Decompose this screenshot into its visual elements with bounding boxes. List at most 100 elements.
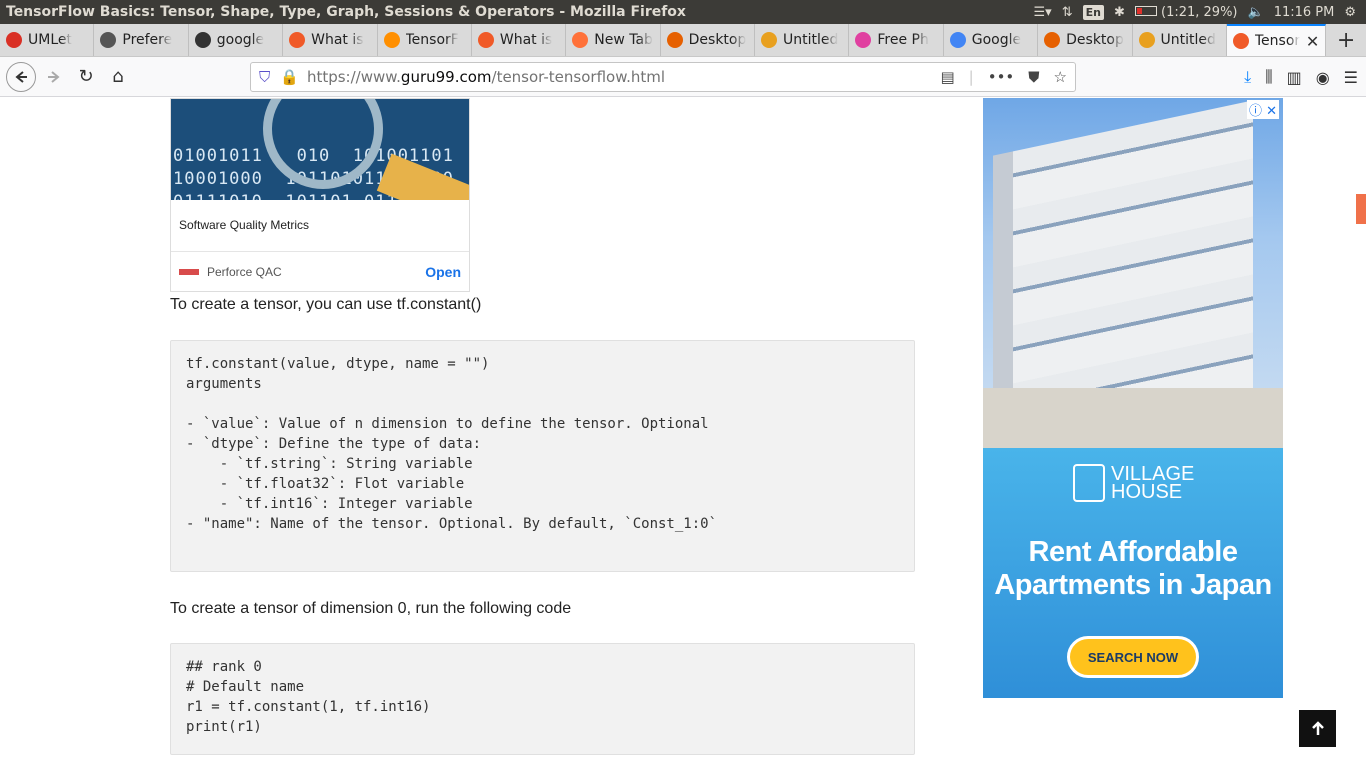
url-divider: |	[968, 68, 974, 86]
brand-name: VILLAGE HOUSE	[1111, 464, 1194, 503]
tab-1[interactable]: Prefere	[94, 24, 189, 56]
ad-title[interactable]: Software Quality Metrics	[171, 200, 469, 252]
code-block-constant[interactable]: tf.constant(value, dtype, name = "") argu…	[170, 340, 915, 572]
code-lines: tf.constant(value, dtype, name = "") argu…	[186, 354, 899, 534]
photo-icon	[855, 32, 872, 48]
sidebar-icon[interactable]: ▥	[1287, 68, 1302, 87]
library-icon[interactable]: ⫼	[1265, 67, 1272, 87]
loading-icon	[666, 32, 683, 48]
tab-label: Prefere	[122, 32, 173, 48]
tab-3[interactable]: What is	[283, 24, 378, 56]
code-block-rank0[interactable]: ## rank 0 # Default name r1 = tf.constant(…	[170, 643, 915, 755]
hamburger-menu-icon[interactable]: ☰	[1344, 68, 1358, 87]
tab-label: TensorF	[405, 32, 459, 48]
house-icon	[1073, 464, 1105, 502]
tab-label: New Tab	[594, 32, 653, 48]
url-actions: ▤ | ••• ⛊ ☆	[940, 68, 1075, 86]
ad-footer: Perforce QAC Open	[171, 252, 469, 292]
tab-0[interactable]: UMLet	[0, 24, 95, 56]
toolbar-right: ⤓ ⫼ ▥ ◉ ☰	[1244, 61, 1358, 93]
shield-icon[interactable]: ⛉	[259, 68, 270, 86]
clock[interactable]: 11:16 PM	[1274, 5, 1335, 20]
scrollbar-thumb[interactable]	[1356, 194, 1366, 224]
paragraph-create-tensor: To create a tensor, you can use tf.const…	[170, 296, 482, 313]
ground	[983, 388, 1283, 448]
navigation-bar: ↻ ⌂ ⛉ 🔒 https://www.guru99.com/tensor-te…	[0, 57, 1366, 97]
volume-icon[interactable]: 🔈	[1248, 5, 1264, 20]
tab-6[interactable]: New Tab	[566, 24, 661, 56]
village-house-ad[interactable]: ⓘ ✕ VILLAGE HOUSE Rent Affordable Apartm…	[983, 98, 1283, 698]
code-line: - `dtype`: Define the type of data:	[186, 436, 482, 452]
adchoices-icon[interactable]: ⓘ ✕	[1246, 100, 1279, 119]
tab-label: Tensor	[1254, 33, 1301, 49]
loading-icon	[1044, 32, 1061, 48]
keyboard-language[interactable]: En	[1082, 4, 1104, 20]
reload-icon[interactable]: ↻	[70, 61, 102, 93]
paragraph-dimension-zero: To create a tensor of dimension 0, run t…	[170, 600, 572, 617]
tab-5[interactable]: What is	[472, 24, 567, 56]
code-line: - "name": Name of the tensor. Optional. …	[186, 516, 718, 532]
battery-icon	[1134, 5, 1157, 16]
tab-label: Untitled	[783, 32, 839, 48]
close-tab-icon[interactable]: ✕	[1306, 32, 1319, 51]
tab-12[interactable]: Untitled	[1133, 24, 1227, 56]
url-text[interactable]: https://www.guru99.com/tensor-tensorflow…	[307, 68, 665, 86]
tab-10[interactable]: Google	[944, 24, 1039, 56]
reader-view-icon[interactable]: ▤	[940, 68, 954, 86]
page-content: 01001011 010 101001101 10001000 101101011…	[0, 98, 1366, 768]
arrow-up-icon	[1311, 720, 1324, 735]
document-icon	[1138, 32, 1155, 48]
search-now-button[interactable]: SEARCH NOW	[1067, 636, 1199, 678]
google-icon	[949, 32, 966, 48]
battery-indicator[interactable]: (1:21, 29%)	[1134, 5, 1238, 20]
ad-image: 01001011 010 101001101 10001000 101101011…	[171, 99, 469, 200]
network-icon[interactable]: ⇅	[1062, 5, 1073, 20]
ad-open-button[interactable]: Open	[425, 264, 461, 280]
tensorflow-icon	[383, 32, 400, 48]
tab-7[interactable]: Desktop	[661, 24, 755, 56]
tab-8[interactable]: Untitled	[755, 24, 850, 56]
software-quality-ad[interactable]: 01001011 010 101001101 10001000 101101011…	[170, 98, 470, 292]
pocket-icon[interactable]: ⛊	[1028, 68, 1039, 86]
tab-11[interactable]: Desktop	[1038, 24, 1133, 56]
url-host: guru99.com	[400, 68, 492, 86]
tab-active[interactable]: Tensor ✕	[1226, 24, 1327, 56]
url-protocol: https://www.	[306, 68, 401, 86]
home-icon[interactable]: ⌂	[102, 61, 134, 93]
guru99-icon	[477, 32, 494, 48]
menu-icon[interactable]: ☰▾	[1034, 5, 1052, 20]
code-line: ## rank 0	[186, 659, 262, 675]
window-title: TensorFlow Basics: Tensor, Shape, Type, …	[6, 4, 686, 20]
code-line: - `tf.int16`: Integer variable	[186, 496, 473, 512]
tab-label: UMLet	[28, 32, 72, 48]
settings-gear-icon[interactable]: ⚙	[1344, 5, 1356, 20]
download-icon[interactable]: ⤓	[1244, 67, 1251, 87]
url-bar[interactable]: ⛉ 🔒 https://www.guru99.com/tensor-tensor…	[250, 62, 1076, 92]
tab-strip: UMLet Prefere google What is TensorF What is N…	[0, 24, 1366, 57]
back-to-top-button[interactable]	[1299, 710, 1336, 747]
forward-arrow-icon[interactable]	[38, 61, 70, 93]
system-bar: TensorFlow Basics: Tensor, Shape, Type, …	[0, 0, 1366, 24]
bluetooth-icon[interactable]: ✱	[1114, 5, 1125, 20]
tab-2[interactable]: google	[189, 24, 284, 56]
ad-bottom-panel: VILLAGE HOUSE Rent Affordable Apartments…	[983, 448, 1283, 698]
back-arrow-icon[interactable]	[6, 61, 36, 92]
code-line: r1 = tf.constant(1, tf.int16)	[186, 699, 431, 715]
brand-line-2: HOUSE	[1111, 481, 1183, 503]
bookmark-star-icon[interactable]: ☆	[1054, 68, 1067, 86]
new-tab-button[interactable]: +	[1326, 24, 1366, 56]
apartment-photo	[983, 98, 1283, 448]
code-line: arguments	[186, 376, 262, 392]
lock-icon[interactable]: 🔒	[280, 68, 299, 86]
account-icon[interactable]: ◉	[1316, 68, 1330, 87]
code-line: print(r1)	[186, 719, 262, 735]
system-tray: ☰▾ ⇅ En ✱ (1:21, 29%) 🔈 11:16 PM ⚙	[1034, 4, 1366, 20]
page-actions-icon[interactable]: •••	[988, 68, 1015, 86]
firefox-icon	[572, 32, 589, 48]
tab-label: Desktop	[1066, 32, 1124, 48]
guru99-icon	[1232, 33, 1249, 49]
code-line: - `tf.float32`: Flot variable	[186, 476, 465, 492]
tab-9[interactable]: Free Ph	[849, 24, 944, 56]
tab-4[interactable]: TensorF	[378, 24, 472, 56]
